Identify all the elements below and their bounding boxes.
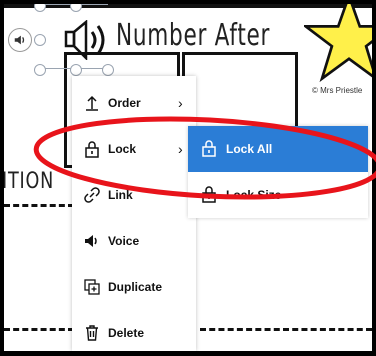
menu-item-label: Voice <box>108 234 140 248</box>
menu-item-link[interactable]: Link <box>72 172 196 218</box>
trash-icon <box>82 323 102 343</box>
page-title: Number After <box>116 18 271 53</box>
menu-item-duplicate[interactable]: Duplicate <box>72 264 196 310</box>
menu-item-label: Duplicate <box>108 280 163 294</box>
submenu-item-lock-size[interactable]: Lock Size <box>188 172 368 218</box>
chevron-right-icon: › <box>178 141 183 157</box>
lock-icon <box>200 139 220 159</box>
duplicate-icon <box>82 277 102 297</box>
lock-icon <box>200 185 220 205</box>
menu-item-label: Delete <box>108 326 145 340</box>
menu-item-delete[interactable]: Delete <box>72 310 196 356</box>
submenu-item-label: Lock Size <box>226 188 282 202</box>
selection-handle[interactable] <box>34 4 46 12</box>
star-icon <box>304 4 372 83</box>
selection-handle[interactable] <box>70 4 82 12</box>
menu-item-label: Order <box>108 96 141 110</box>
selection-handle[interactable] <box>102 64 114 76</box>
writing-line <box>200 328 372 331</box>
menu-item-lock[interactable]: Lock › <box>72 126 196 172</box>
order-icon <box>82 93 102 113</box>
lock-icon <box>82 139 102 159</box>
speaker-icon <box>82 231 102 251</box>
menu-item-label: Lock <box>108 142 137 156</box>
menu-item-label: Link <box>108 188 133 202</box>
side-word: ITION <box>4 169 55 194</box>
submenu-item-label: Lock All <box>226 142 273 156</box>
lock-submenu: Lock All Lock Size <box>188 126 368 218</box>
selection-handle[interactable] <box>34 34 46 46</box>
link-icon <box>82 185 102 205</box>
context-menu: Order › Lock › Link Voice Duplicate Dele… <box>72 76 196 351</box>
writing-line <box>4 204 74 207</box>
speaker-icon[interactable] <box>8 28 32 52</box>
chevron-right-icon: › <box>178 95 183 111</box>
menu-item-voice[interactable]: Voice <box>72 218 196 264</box>
credit-text: © Mrs Priestle <box>312 86 363 95</box>
menu-item-order[interactable]: Order › <box>72 80 196 126</box>
selection-handle[interactable] <box>34 64 46 76</box>
submenu-item-lock-all[interactable]: Lock All <box>188 126 368 172</box>
writing-line <box>4 328 74 331</box>
selection-handle[interactable] <box>70 64 82 76</box>
